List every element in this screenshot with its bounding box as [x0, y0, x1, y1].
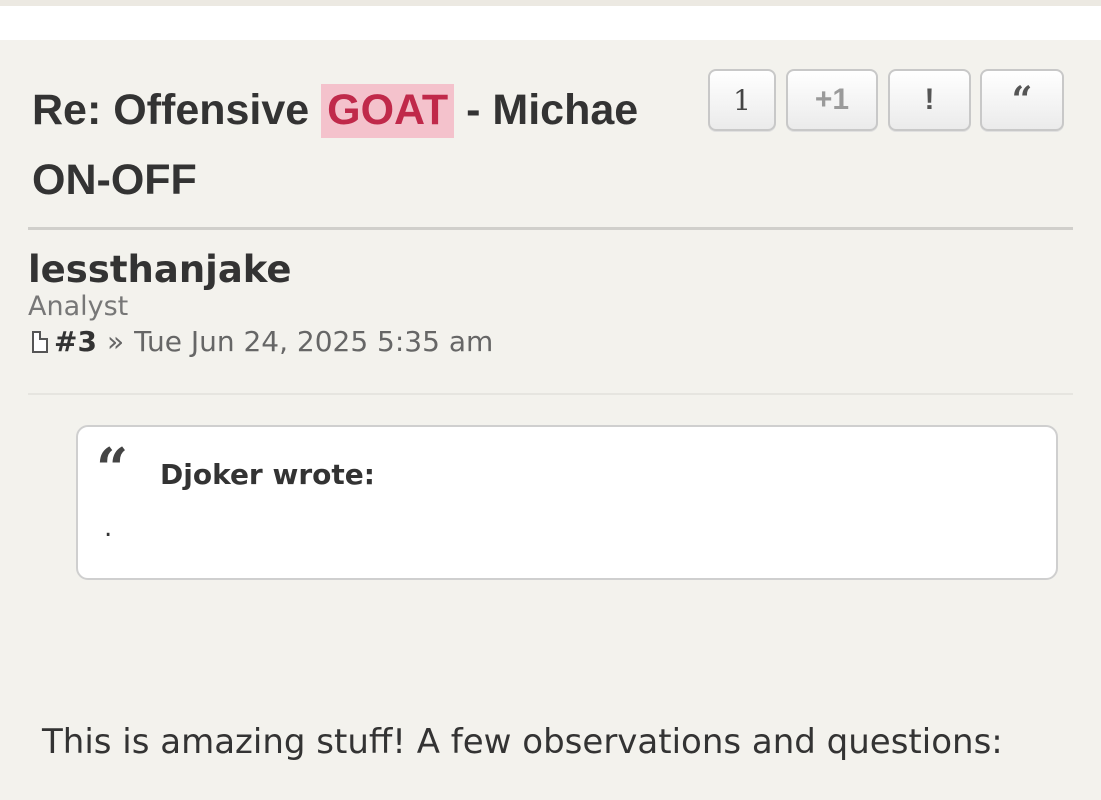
title-divider: [28, 227, 1073, 230]
report-button[interactable]: !: [888, 69, 971, 131]
quote-block: “ Djoker wrote: .: [76, 425, 1058, 580]
quote-body: .: [104, 513, 113, 543]
post-number-link[interactable]: #3: [54, 324, 97, 360]
post-meta: #3 » Tue Jun 24, 2025 5:35 am: [32, 324, 493, 360]
post-title-line1: Re: Offensive GOAT - Michae: [32, 84, 652, 138]
post-container: Re: Offensive GOAT - Michae ON-OFF 1 +1 …: [0, 40, 1101, 800]
quote-button[interactable]: “: [980, 69, 1064, 131]
like-count-button[interactable]: 1: [708, 69, 776, 131]
top-strip: [0, 0, 1101, 6]
author-rank: Analyst: [28, 291, 129, 322]
quote-icon: “: [96, 436, 129, 502]
search-highlight: GOAT: [321, 84, 455, 138]
author-username[interactable]: lessthanjake: [28, 245, 292, 295]
post-timestamp: Tue Jun 24, 2025 5:35 am: [134, 325, 494, 358]
post-title-line2: ON-OFF: [32, 156, 197, 204]
meta-separator: »: [106, 325, 125, 358]
plus-one-button[interactable]: +1: [786, 69, 878, 131]
quote-author-line: Djoker wrote:: [160, 458, 375, 491]
post-body-text: This is amazing stuff! A few observation…: [42, 722, 1003, 762]
meta-divider: [28, 393, 1073, 395]
post-title-prefix: Re: Offensive: [32, 86, 310, 134]
post-title-suffix: - Michae: [466, 86, 639, 134]
post-document-icon[interactable]: [32, 331, 48, 353]
post-title[interactable]: Re: Offensive GOAT - Michae ON-OFF: [32, 84, 652, 204]
